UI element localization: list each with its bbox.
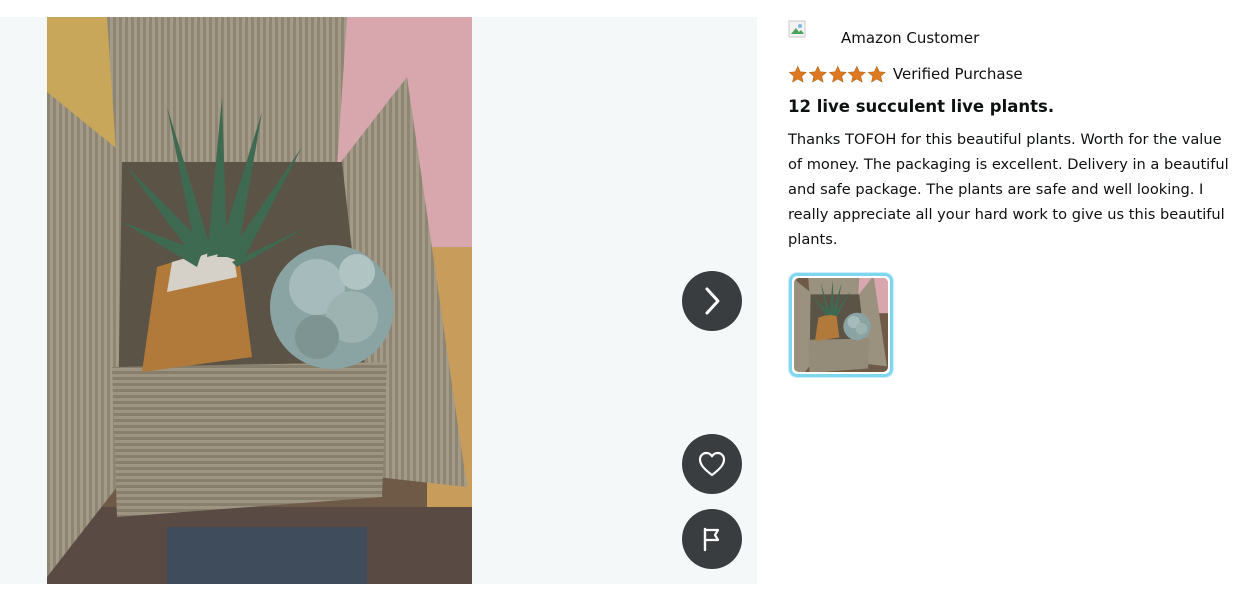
verified-purchase-badge: Verified Purchase [892, 65, 1023, 83]
star-icon [867, 65, 886, 83]
image-thumbnail[interactable] [789, 273, 893, 377]
chevron-right-icon [705, 287, 720, 315]
image-thumbnail-preview [794, 278, 888, 372]
star-icon [848, 65, 867, 83]
flag-icon [703, 527, 720, 552]
heart-icon [698, 451, 726, 477]
star-icon [828, 65, 847, 83]
star-icon [808, 65, 827, 83]
review-photo [47, 17, 472, 584]
reviewer-name[interactable]: Amazon Customer [841, 29, 979, 47]
review-title: 12 live succulent live plants. [788, 97, 1055, 116]
report-button[interactable] [682, 509, 742, 569]
star-rating [788, 65, 887, 84]
next-image-button[interactable] [682, 271, 742, 331]
review-panel: Amazon Customer Verified Purchase 12 liv… [788, 18, 1233, 377]
reviewer-profile[interactable]: Amazon Customer [788, 18, 1233, 47]
rating-row: Verified Purchase [788, 63, 1233, 85]
like-button[interactable] [682, 434, 742, 494]
avatar-icon [788, 20, 808, 40]
review-photo-image [47, 17, 472, 584]
review-body: Thanks TOFOH for this beautiful plants. … [788, 131, 1229, 248]
media-viewer [0, 17, 757, 584]
star-icon [788, 65, 807, 83]
